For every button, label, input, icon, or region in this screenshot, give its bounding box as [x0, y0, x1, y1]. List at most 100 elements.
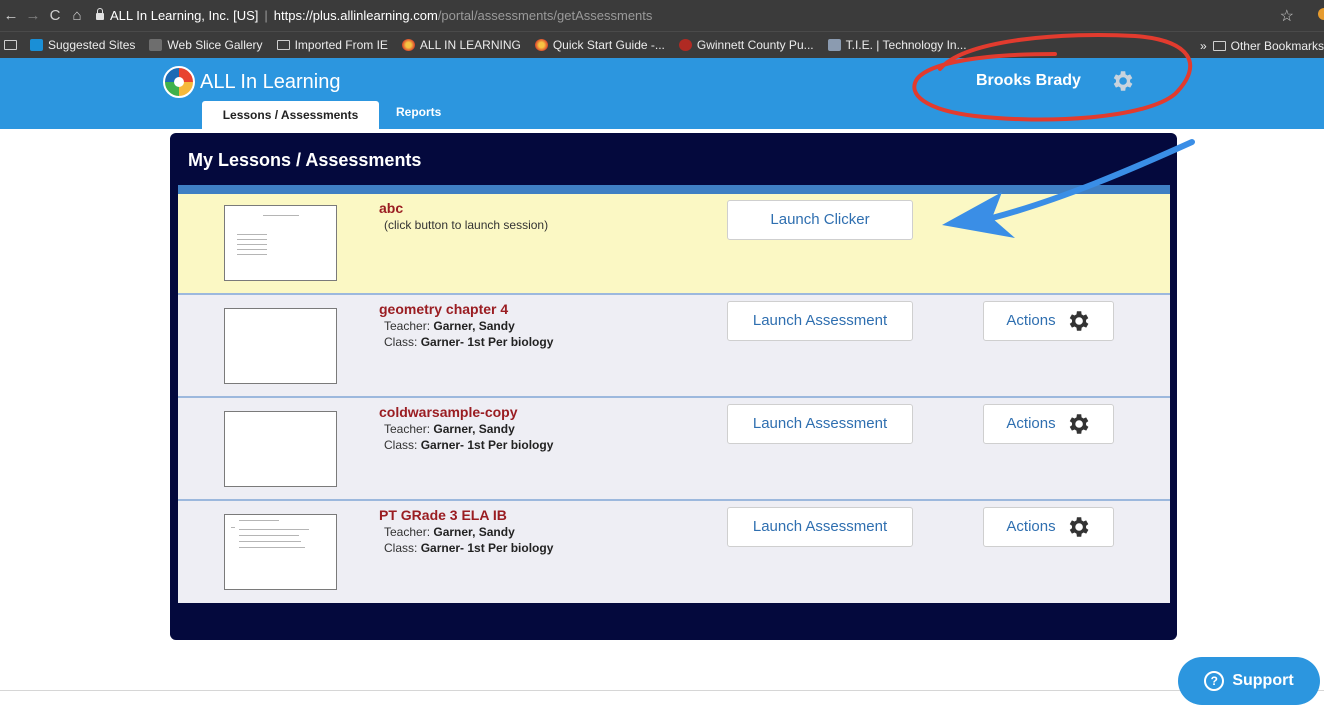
support-button[interactable]: ? Support [1178, 657, 1320, 705]
app-header: ALL In Learning Lessons / Assessments Re… [0, 58, 1324, 129]
all-in-learning-icon [401, 39, 415, 51]
thumb-line [239, 541, 301, 542]
bookmark-item[interactable]: Suggested Sites [30, 38, 135, 52]
back-icon[interactable]: ← [0, 7, 22, 24]
lesson-teacher: Teacher: Garner, Sandy [384, 422, 515, 436]
bookmark-label: ALL IN LEARNING [419, 38, 521, 52]
lesson-title[interactable]: coldwarsample-copy [379, 404, 518, 420]
teacher-name: Garner, Sandy [433, 422, 515, 436]
bookmark-item[interactable]: Web Slice Gallery [149, 38, 263, 52]
panel-divider [178, 185, 1170, 194]
class-name: Garner- 1st Per biology [420, 438, 554, 452]
web-slice-icon [149, 39, 163, 51]
bookmarks-overflow[interactable]: » Other Bookmarks [1195, 32, 1324, 58]
lesson-teacher: Teacher: Garner, Sandy [384, 319, 515, 333]
lesson-thumbnail[interactable] [224, 308, 337, 384]
thumb-line [239, 535, 299, 536]
launch-assessment-button[interactable]: Launch Assessment [727, 301, 913, 341]
list-item: abc (click button to launch session) Lau… [178, 194, 1170, 295]
teacher-label: Teacher: [384, 422, 431, 436]
thumb-line [237, 254, 267, 255]
launch-assessment-button[interactable]: Launch Assessment [727, 404, 913, 444]
thumb-line [239, 529, 309, 530]
teacher-name: Garner, Sandy [433, 319, 515, 333]
url-field[interactable]: ALL In Learning, Inc. [US] | https://plu… [96, 8, 652, 23]
footer-divider [0, 690, 1324, 691]
bookmark-item[interactable]: Quick Start Guide -... [534, 38, 665, 52]
list-item: PT GRade 3 ELA IB Teacher: Garner, Sandy… [178, 501, 1170, 603]
bookmark-star-icon[interactable]: ☆ [1280, 6, 1294, 26]
lesson-title[interactable]: PT GRade 3 ELA IB [379, 507, 507, 523]
lesson-thumbnail[interactable] [224, 411, 337, 487]
launch-assessment-button[interactable]: Launch Assessment [727, 507, 913, 547]
gear-icon [1069, 311, 1088, 331]
bookmark-item[interactable]: T.I.E. | Technology In... [827, 38, 967, 52]
settings-gear-icon[interactable] [1109, 68, 1135, 94]
bookmark-label: Web Slice Gallery [167, 38, 263, 52]
actions-button[interactable]: Actions [983, 507, 1114, 547]
bookmark-label: T.I.E. | Technology In... [845, 38, 967, 52]
tab-lessons-assessments[interactable]: Lessons / Assessments [202, 101, 379, 129]
overflow-chevron-icon: » [1199, 38, 1207, 53]
support-label: Support [1232, 672, 1294, 689]
class-label: Class: [384, 335, 418, 349]
lesson-thumbnail[interactable] [224, 205, 337, 281]
bookmark-label: Suggested Sites [48, 38, 136, 52]
actions-label: Actions [1006, 518, 1056, 535]
thumb-line [239, 547, 305, 548]
lessons-panel: My Lessons / Assessments abc (click butt… [170, 133, 1177, 640]
bing-icon [30, 39, 43, 51]
lesson-teacher: Teacher: Garner, Sandy [384, 525, 515, 539]
user-name[interactable]: Brooks Brady [976, 72, 1081, 90]
lesson-class: Class: Garner- 1st Per biology [384, 541, 553, 555]
actions-button[interactable]: Actions [983, 404, 1114, 444]
folder-icon [276, 40, 290, 50]
actions-label: Actions [1006, 415, 1056, 432]
thumb-line [237, 239, 267, 240]
extension-icon[interactable] [1318, 8, 1324, 20]
brand-name: ALL In Learning [200, 70, 341, 93]
class-name: Garner- 1st Per biology [420, 541, 554, 555]
lesson-class: Class: Garner- 1st Per biology [384, 335, 553, 349]
help-icon: ? [1204, 671, 1225, 691]
bookmark-item[interactable]: Gwinnett County Pu... [678, 38, 814, 52]
forward-icon[interactable]: → [22, 7, 44, 24]
thumb-line [263, 215, 299, 216]
list-item: coldwarsample-copy Teacher: Garner, Sand… [178, 398, 1170, 501]
folder-icon [1212, 40, 1226, 51]
bookmark-item[interactable]: Imported From IE [276, 38, 388, 52]
lesson-subtitle: (click button to launch session) [384, 218, 549, 232]
home-icon[interactable]: ⌂ [66, 7, 88, 24]
app-root: ← → C ⌂ ALL In Learning, Inc. [US] | htt… [0, 0, 1324, 710]
teacher-label: Teacher: [384, 525, 431, 539]
reload-icon[interactable]: C [44, 7, 66, 24]
apps-icon[interactable] [4, 40, 22, 50]
tie-icon [827, 39, 841, 51]
bookmarks-bar: Suggested Sites Web Slice Gallery Import… [0, 31, 1324, 58]
lesson-title[interactable]: geometry chapter 4 [379, 301, 508, 317]
actions-button[interactable]: Actions [983, 301, 1114, 341]
teacher-label: Teacher: [384, 319, 431, 333]
thumb-line [237, 234, 267, 235]
lock-icon [96, 8, 104, 20]
lessons-list: abc (click button to launch session) Lau… [178, 194, 1170, 603]
lesson-thumbnail[interactable] [224, 514, 337, 590]
launch-clicker-button[interactable]: Launch Clicker [727, 200, 913, 240]
url-separator: | [264, 8, 268, 23]
lesson-class: Class: Garner- 1st Per biology [384, 438, 553, 452]
class-label: Class: [384, 438, 418, 452]
bookmark-label: Quick Start Guide -... [552, 38, 665, 52]
thumb-line [239, 520, 279, 521]
brand-logo[interactable]: ALL In Learning [163, 66, 340, 98]
actions-label: Actions [1006, 312, 1056, 329]
gwinnett-icon [678, 39, 692, 51]
gear-icon [1069, 517, 1088, 537]
tab-reports[interactable]: Reports [396, 105, 441, 119]
site-identity: ALL In Learning, Inc. [US] [110, 8, 259, 23]
thumb-line [237, 244, 267, 245]
all-in-learning-icon [534, 39, 548, 51]
url-path: /portal/assessments/getAssessments [437, 8, 653, 23]
teacher-name: Garner, Sandy [433, 525, 515, 539]
bookmark-item[interactable]: ALL IN LEARNING [401, 38, 521, 52]
lesson-title[interactable]: abc [379, 200, 403, 216]
